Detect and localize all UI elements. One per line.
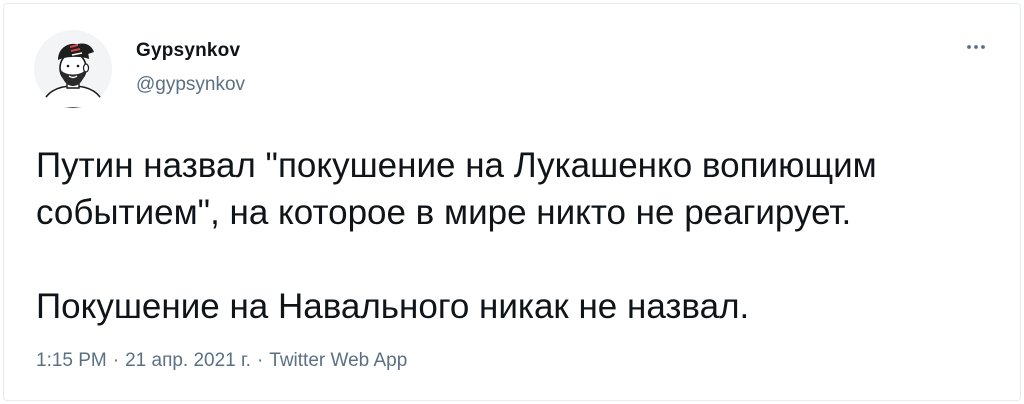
tweet-source[interactable]: Twitter Web App <box>269 350 407 371</box>
tweet-card: Gypsynkov @gypsynkov Путин назвал "покуш… <box>3 3 1021 401</box>
tweet-time[interactable]: 1:15 PM <box>36 350 107 371</box>
display-name[interactable]: Gypsynkov <box>136 40 240 62</box>
tweet-text: Путин назвал "покушение на Лукашенко воп… <box>36 142 996 330</box>
avatar[interactable] <box>34 30 112 108</box>
meta-separator: · <box>256 350 264 371</box>
tweet-meta: 1:15 PM · 21 апр. 2021 г. · Twitter Web App <box>36 350 407 372</box>
more-options-icon[interactable] <box>964 38 988 56</box>
tweet-date[interactable]: 21 апр. 2021 г. <box>125 350 251 371</box>
avatar-illustration-icon <box>34 30 112 108</box>
tweet-paragraph: Путин назвал "покушение на Лукашенко воп… <box>36 146 877 232</box>
tweet-paragraph: Покушение на Навального никак не назвал. <box>36 287 750 326</box>
meta-separator: · <box>112 350 120 371</box>
user-handle[interactable]: @gypsynkov <box>136 74 245 96</box>
